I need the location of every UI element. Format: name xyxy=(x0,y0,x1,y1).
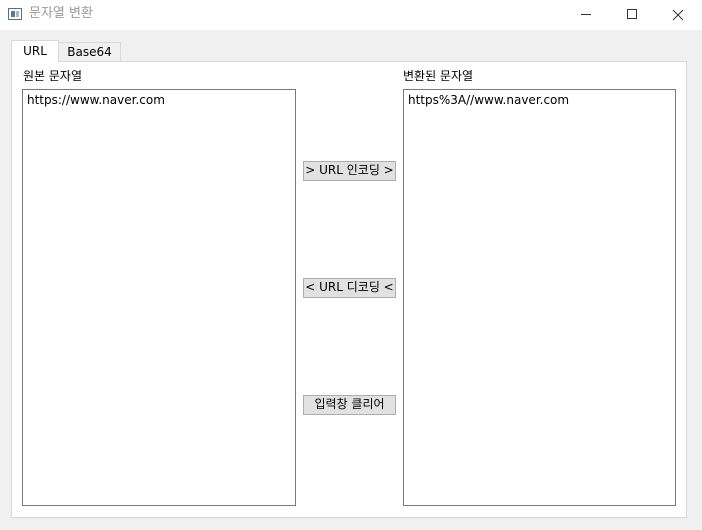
maximize-icon xyxy=(627,9,637,19)
url-decode-button[interactable]: < URL 디코딩 < xyxy=(303,278,396,298)
title-bar[interactable]: 문자열 변환 xyxy=(0,0,702,30)
app-window: 문자열 변환 URL Base64 원본 문자열 변환된 문자열 https:/… xyxy=(0,0,702,530)
source-label: 원본 문자열 xyxy=(23,69,83,83)
close-button[interactable] xyxy=(655,0,701,30)
result-textarea[interactable]: https%3A//www.naver.com xyxy=(403,89,676,506)
tab-base64[interactable]: Base64 xyxy=(59,42,121,61)
tab-url[interactable]: URL xyxy=(11,40,59,62)
minimize-button[interactable] xyxy=(563,0,609,30)
close-icon xyxy=(672,9,684,21)
result-label: 변환된 문자열 xyxy=(403,69,474,83)
source-textarea[interactable]: https://www.naver.com xyxy=(22,89,296,506)
window-title: 문자열 변환 xyxy=(29,6,93,21)
window-app-icon xyxy=(8,8,22,20)
minimize-icon xyxy=(581,14,591,15)
maximize-button[interactable] xyxy=(609,0,655,30)
clear-input-button[interactable]: 입력창 클리어 xyxy=(303,395,396,415)
url-encode-button[interactable]: > URL 인코딩 > xyxy=(303,161,396,181)
